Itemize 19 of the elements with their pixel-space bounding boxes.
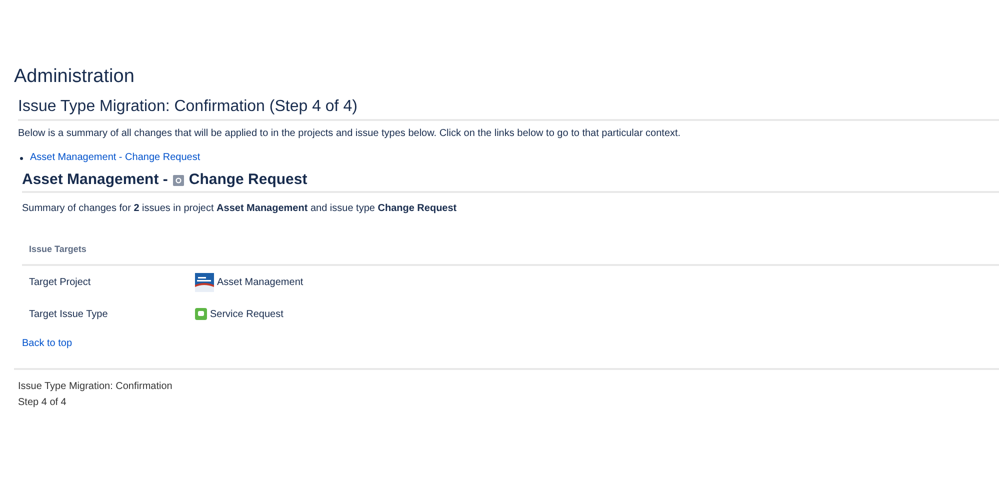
row-label: Target Project: [29, 276, 92, 290]
footer-step: Step 4 of 4: [18, 395, 999, 411]
table-heading: Issue Targets: [29, 244, 86, 254]
back-to-top-link[interactable]: Back to top: [22, 336, 72, 351]
intro-text: Below is a summary of all changes that will be applied to in the projects and issue types below. Click on the links below to go to that particular context.: [18, 127, 682, 141]
issue-type-name: Change Request: [188, 170, 308, 190]
project-avatar-icon: [195, 272, 214, 292]
summary-text: Summary of changes for 2 issues in project Asset Management and issue type Change Request: [22, 202, 458, 216]
section-title: Issue Type Migration: Confirmation (Step 4 of 4): [18, 96, 999, 121]
row-label: Target Issue Type: [29, 308, 109, 322]
row-value: Asset Management: [217, 276, 304, 290]
issue-type-icon: [172, 174, 184, 186]
context-link[interactable]: Asset Management - Change Request: [30, 151, 200, 165]
page-title: Administration: [14, 65, 136, 89]
row-value: Service Request: [210, 308, 284, 322]
footer-title: Issue Type Migration: Confirmation: [18, 380, 174, 394]
bullet-icon: [20, 156, 23, 160]
project-name: Asset Management -: [22, 170, 168, 190]
speech-bubble-icon: [195, 308, 207, 320]
